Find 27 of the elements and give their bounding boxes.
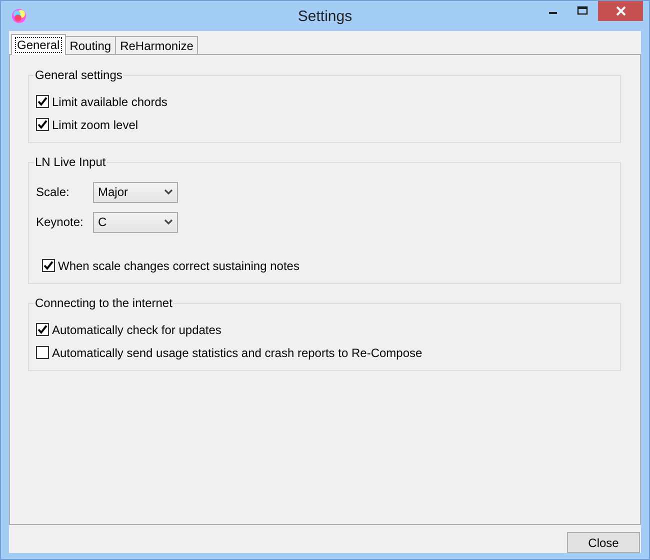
group-title: LN Live Input bbox=[34, 155, 107, 169]
field-label: Keynote: bbox=[36, 214, 84, 231]
maximize-icon[interactable] bbox=[577, 6, 589, 16]
checkbox[interactable] bbox=[36, 346, 49, 359]
checkbox-label: Automatically send usage statistics and crash reports to Re-Compose bbox=[52, 344, 422, 362]
close-button[interactable]: Close bbox=[567, 532, 640, 553]
checkbox-label: Limit available chords bbox=[52, 94, 168, 110]
window-close-button[interactable] bbox=[598, 1, 643, 21]
window-title: Settings bbox=[298, 7, 352, 27]
group-title: General settings bbox=[34, 68, 124, 82]
dropdown[interactable]: Major bbox=[93, 182, 178, 202]
checkbox[interactable] bbox=[36, 95, 49, 108]
checkbox[interactable] bbox=[36, 323, 49, 336]
tab[interactable]: ReHarmonize bbox=[115, 36, 198, 55]
checkbox-label: Limit zoom level bbox=[52, 116, 138, 134]
close-icon bbox=[616, 6, 626, 16]
dropdown[interactable]: C bbox=[93, 212, 178, 232]
chevron-down-icon bbox=[164, 189, 173, 195]
checkbox-label: Automatically check for updates bbox=[52, 322, 222, 338]
chevron-down-icon bbox=[164, 219, 173, 225]
field-label: Scale: bbox=[36, 184, 70, 201]
checkbox[interactable] bbox=[36, 118, 49, 131]
app-icon bbox=[11, 8, 27, 24]
checkbox-label: When scale changes correct sustaining notes bbox=[58, 258, 300, 274]
tab[interactable]: General bbox=[11, 34, 66, 55]
checkbox[interactable] bbox=[42, 259, 55, 272]
group-title: Connecting to the internet bbox=[34, 296, 174, 310]
